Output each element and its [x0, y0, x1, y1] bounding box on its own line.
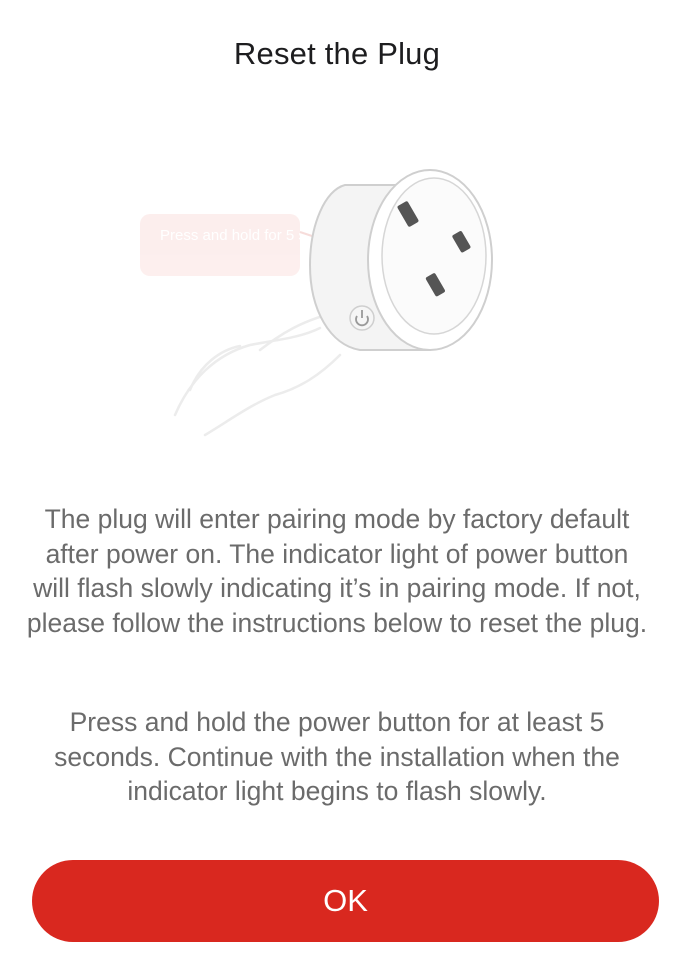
- callout-text: Press and hold for 5 secs: [160, 227, 329, 244]
- ok-button[interactable]: OK: [32, 860, 659, 942]
- reset-illustration: Press and hold for 5 secs: [0, 150, 674, 480]
- power-icon: [349, 305, 375, 331]
- smart-plug-icon: [308, 169, 493, 351]
- page-title: Reset the Plug: [233, 36, 441, 71]
- pairing-info-text: The plug will enter pairing mode by fact…: [26, 504, 648, 638]
- hand-icon: [173, 308, 347, 437]
- reset-instructions-text: Press and hold the power button for at l…: [54, 707, 620, 807]
- smart-plug-illustration: Press and hold for 5 secs: [140, 169, 493, 437]
